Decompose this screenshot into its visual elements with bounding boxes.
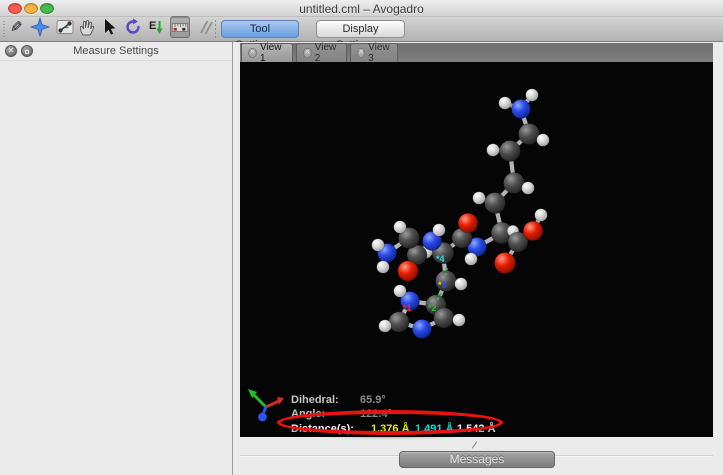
red-highlight-oval — [277, 410, 503, 435]
dihedral-value: 65.9° — [360, 394, 386, 406]
toolbar-separator — [215, 20, 216, 38]
panel-title: Measure Settings — [73, 45, 159, 57]
title-bar: untitled.cml – Avogadro — [0, 0, 723, 17]
tab-view-3[interactable]: ✕ View 3 — [350, 42, 398, 64]
auto-rotate-tool-button[interactable] — [123, 16, 143, 38]
gl-viewport[interactable]: *1 *2 *3 *4 Dihedral: 65.9° Angle: 122.4° D… — [240, 62, 713, 437]
rotate-arrow-icon — [126, 18, 140, 34]
selection-tool-button[interactable] — [99, 16, 119, 38]
tab-label: View 2 — [314, 42, 337, 64]
auto-optimize-tool-button[interactable]: E — [146, 16, 166, 38]
align-lines-icon — [200, 20, 213, 35]
tab-view-1[interactable]: ✕ View 1 — [241, 42, 293, 64]
avogadro-window: untitled.cml – Avogadro ✎ E Tool Display… — [0, 0, 723, 475]
tab-close-icon[interactable]: ✕ — [357, 48, 366, 58]
dihedral-row: Dihedral: 65.9° — [240, 394, 713, 407]
tool-settings-button[interactable]: Tool Settings... — [221, 20, 299, 51]
bond-centric-tool-button[interactable] — [55, 16, 75, 38]
tab-label: View 1 — [259, 42, 282, 64]
optimize-energy-icon: E — [149, 20, 163, 34]
dihedral-label: Dihedral: — [291, 394, 339, 406]
mouse-cursor — [471, 441, 478, 448]
view-tab-bar: ✕ View 1 ✕ View 2 ✕ View 3 — [240, 42, 713, 64]
tab-view-2[interactable]: ✕ View 2 — [296, 42, 347, 64]
optimize-glyph: E — [149, 20, 156, 32]
navigate-tool-button[interactable] — [30, 16, 50, 38]
manipulate-tool-button[interactable] — [77, 16, 97, 38]
messages-button[interactable]: Messages — [399, 451, 555, 468]
bond-centric-icon — [56, 20, 74, 34]
pencil-icon: ✎ — [9, 18, 23, 36]
tab-close-icon[interactable]: ✕ — [303, 48, 312, 58]
svg-text:*2: *2 — [428, 303, 437, 313]
tab-label: View 3 — [368, 42, 390, 64]
svg-text:*3: *3 — [438, 280, 447, 290]
draw-tool-button[interactable]: ✎ — [6, 16, 26, 38]
panel-header: ✕ Measure Settings — [0, 42, 232, 61]
measure-tool-button[interactable] — [170, 16, 190, 38]
align-tool-button[interactable] — [195, 16, 215, 38]
atom-layer — [371, 88, 550, 339]
display-settings-button[interactable]: Display Settings... — [316, 20, 405, 51]
cursor-arrow-icon — [105, 19, 116, 35]
measure-settings-panel: ✕ Measure Settings — [0, 42, 233, 475]
molecule-render[interactable]: *1 *2 *3 *4 — [240, 62, 713, 437]
toolbar-drag-handle[interactable] — [3, 21, 5, 37]
svg-text:*1: *1 — [403, 303, 412, 313]
ruler-icon — [171, 22, 189, 32]
toolbar: ✎ E Tool Display — [0, 16, 723, 51]
navigate-star-icon — [30, 17, 50, 37]
hand-icon — [79, 20, 95, 36]
tab-close-icon[interactable]: ✕ — [248, 48, 257, 58]
svg-text:*4: *4 — [436, 254, 445, 264]
window-title: untitled.cml – Avogadro — [299, 2, 424, 16]
